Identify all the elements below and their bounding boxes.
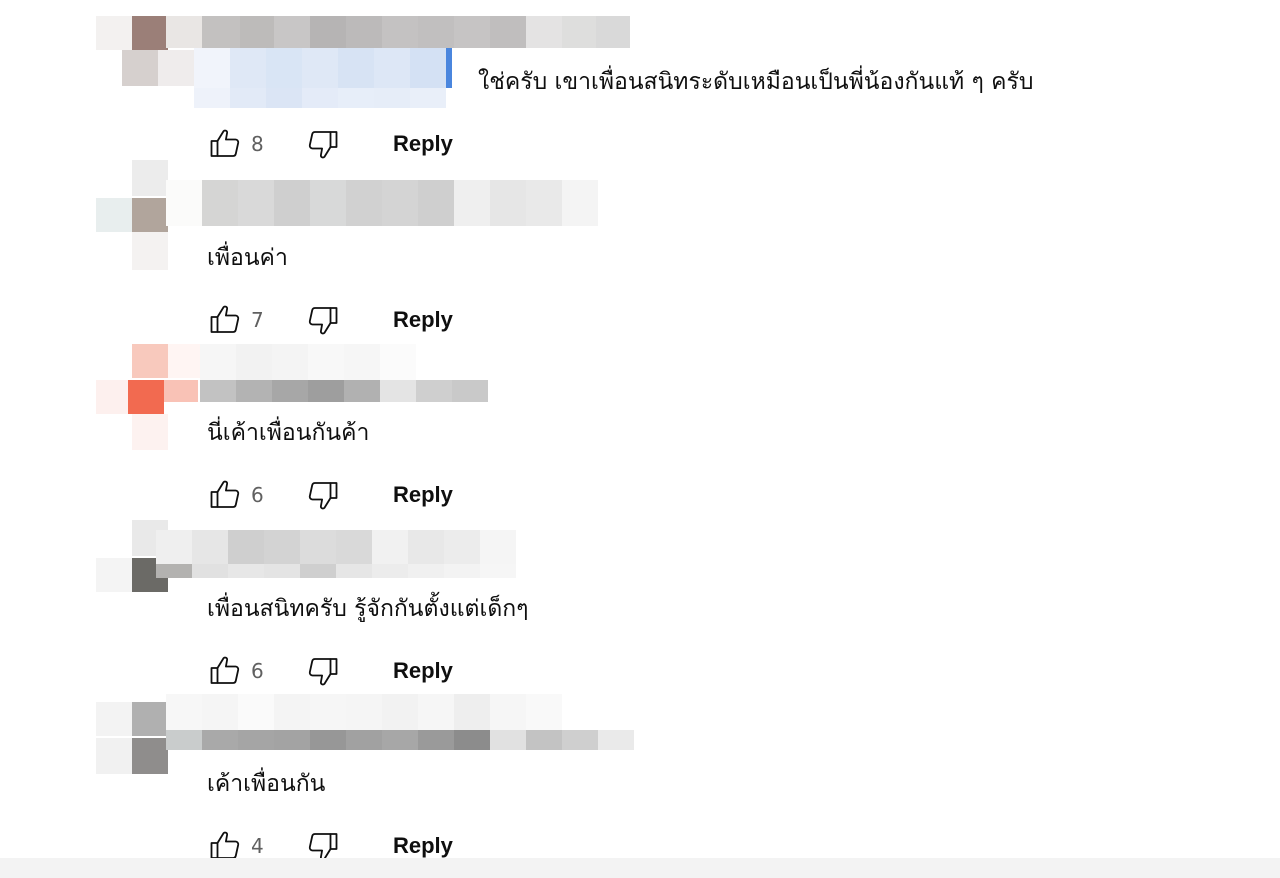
comment-text: ใช่ครับ เขาเพื่อนสนิทระดับเหมือนเป็นพี่น… (478, 69, 1034, 95)
thumbs-up-icon (210, 129, 240, 157)
like-button[interactable] (203, 475, 247, 515)
comment-actions: 6 Reply (203, 651, 453, 691)
thumbs-down-icon (308, 307, 338, 335)
comment-actions: 6 Reply (203, 475, 453, 515)
mention-blurred[interactable] (194, 48, 452, 108)
dislike-button[interactable] (301, 124, 345, 164)
reply-button[interactable]: Reply (393, 307, 453, 333)
like-button[interactable] (203, 124, 247, 164)
reply-button[interactable]: Reply (393, 131, 453, 157)
bottom-edge (0, 858, 1280, 878)
thumbs-down-icon (308, 658, 338, 686)
like-button[interactable] (203, 300, 247, 340)
like-count: 6 (251, 483, 264, 507)
like-count: 8 (251, 132, 264, 156)
thumbs-up-icon (210, 305, 240, 333)
thumbs-down-icon (308, 482, 338, 510)
reply-button[interactable]: Reply (393, 658, 453, 684)
author-name-blurred[interactable] (200, 344, 488, 402)
dislike-button[interactable] (301, 475, 345, 515)
dislike-button[interactable] (301, 651, 345, 691)
comment-actions: 8 Reply (203, 124, 453, 164)
like-count: 7 (251, 308, 264, 332)
comment-text: เพื่อนค่า (207, 245, 288, 271)
comment-actions: 7 Reply (203, 300, 453, 340)
comment-text: เค้าเพื่อนกัน (207, 771, 326, 797)
reply-button[interactable]: Reply (393, 482, 453, 508)
author-name-blurred[interactable] (166, 16, 630, 48)
avatar[interactable] (96, 344, 200, 450)
avatar[interactable] (96, 160, 168, 270)
comment-text: เพื่อนสนิทครับ รู้จักกันตั้งแต่เด็กๆ (207, 596, 529, 622)
avatar-lower-blur (122, 50, 194, 86)
thumbs-up-icon (210, 480, 240, 508)
author-name-blurred[interactable] (166, 180, 598, 226)
author-name-blurred[interactable] (166, 694, 670, 750)
avatar[interactable] (96, 702, 168, 774)
like-count: 4 (251, 834, 264, 858)
dislike-button[interactable] (301, 300, 345, 340)
comment-text: นี่เค้าเพื่อนกันค้า (207, 420, 370, 446)
like-count: 6 (251, 659, 264, 683)
like-button[interactable] (203, 651, 247, 691)
author-name-blurred[interactable] (156, 530, 516, 578)
thumbs-up-icon (210, 656, 240, 684)
thumbs-down-icon (308, 131, 338, 159)
reply-button[interactable]: Reply (393, 833, 453, 859)
